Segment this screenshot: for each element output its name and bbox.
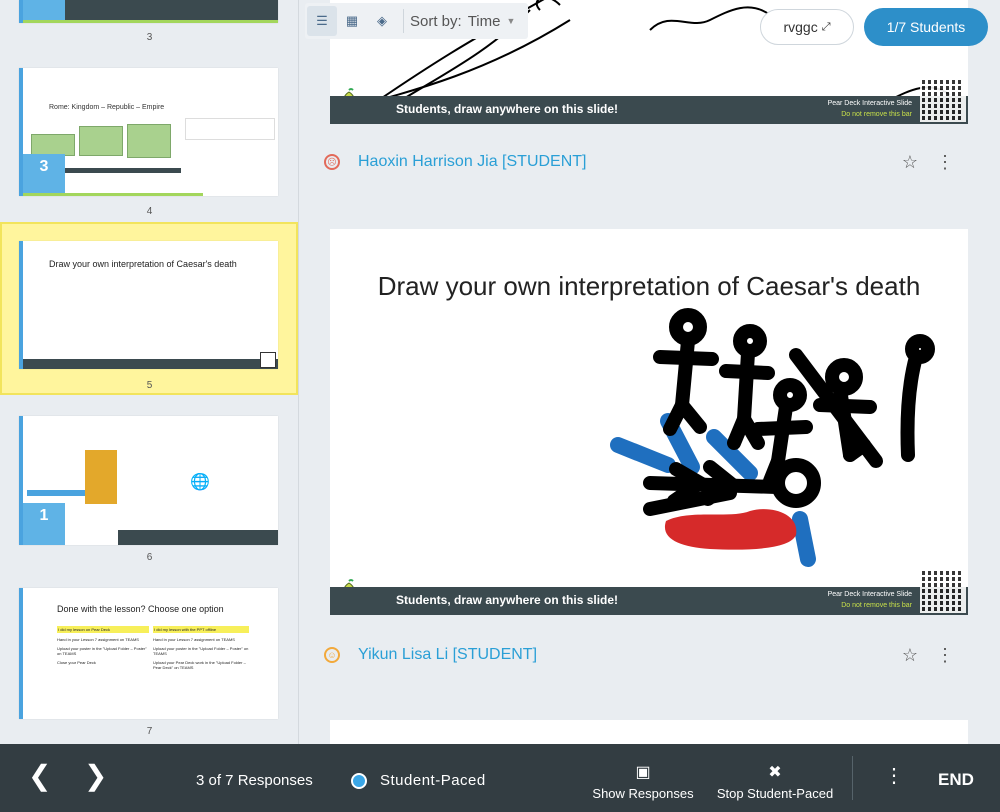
response-author-row: ☹ Haoxin Harrison Jia [STUDENT] ☆ ⋮ <box>324 149 974 175</box>
response-author-row: ☺ Yikun Lisa Li [STUDENT] ☆ ⋮ <box>324 642 974 668</box>
end-session-button[interactable]: END <box>938 770 974 790</box>
expand-icon: ⤢ <box>821 20 831 33</box>
slide-sidebar[interactable]: 3 Rome: Kingdom – Republic – Empire 3 4 … <box>0 0 299 744</box>
slide-title: Draw your own interpretation of Caesar's… <box>49 259 237 269</box>
show-responses-button[interactable]: ▣ Show Responses <box>588 762 698 801</box>
sad-face-icon: ☹ <box>324 154 340 170</box>
globe-icon: 🌐 <box>190 474 210 491</box>
star-icon[interactable]: ☆ <box>902 645 918 666</box>
slide-title: Done with the lesson? Choose one option <box>57 604 224 614</box>
student-paced-label: Student-Paced <box>380 772 486 789</box>
bottom-bar: ❮ ❯ 3 of 7 Responses Student-Paced ▣ Sho… <box>0 744 1000 812</box>
avatar <box>23 0 65 20</box>
response-count: 3 of 7 Responses <box>196 772 313 789</box>
slide-thumbnail-6[interactable]: 🌐 1 <box>19 416 278 545</box>
grid-view-icon[interactable]: ▦ <box>337 6 367 36</box>
qr-code-icon <box>920 76 966 122</box>
student-name[interactable]: Yikun Lisa Li [STUDENT] <box>358 646 537 664</box>
avatar: 1 <box>23 503 65 545</box>
slide-number: 5 <box>146 380 153 391</box>
list-view-icon[interactable]: ☰ <box>307 6 337 36</box>
student-name[interactable]: Haoxin Harrison Jia [STUDENT] <box>358 153 587 171</box>
join-code-button[interactable]: rvggc ⤢ <box>760 9 854 45</box>
previous-slide-icon[interactable]: ❮ <box>28 762 51 790</box>
pear-deck-dashboard: 3 Rome: Kingdom – Republic – Empire 3 4 … <box>0 0 1000 812</box>
close-circle-icon: ✖ <box>768 764 782 781</box>
view-toolbar: ☰ ▦ ◈ Sort by: Time ▼ <box>305 3 528 39</box>
response-slide[interactable]: Draw your own interpretation of Caesar's… <box>330 229 968 615</box>
slide-thumbnail-7[interactable]: Done with the lesson? Choose one option … <box>19 588 278 719</box>
slide-number: 4 <box>146 206 153 217</box>
student-paced-indicator <box>351 773 367 789</box>
more-options-icon[interactable]: ⋮ <box>936 645 954 666</box>
qr-code-icon <box>260 352 276 368</box>
more-options-icon[interactable]: ⋮ <box>936 152 954 173</box>
slide-number: 3 <box>146 32 153 43</box>
interactive-slide-bar: Students, draw anywhere on this slide! P… <box>330 96 968 124</box>
sort-dropdown[interactable]: Sort by: Time ▼ <box>410 13 515 30</box>
layers-icon[interactable]: ◈ <box>367 6 397 36</box>
students-button[interactable]: 1/7 Students <box>864 8 988 46</box>
next-slide-icon[interactable]: ❯ <box>84 762 107 790</box>
projector-icon: ▣ <box>635 764 651 781</box>
slide-thumbnail-3[interactable] <box>19 0 278 23</box>
avatar: 3 <box>23 154 65 196</box>
interactive-slide-bar: Students, draw anywhere on this slide! P… <box>330 587 968 615</box>
slide-thumbnail-4[interactable]: Rome: Kingdom – Republic – Empire 3 <box>19 68 278 196</box>
response-slide[interactable] <box>330 720 968 744</box>
more-menu-icon[interactable]: ⋮ <box>884 766 904 786</box>
stop-student-paced-button[interactable]: ✖ Stop Student-Paced <box>708 762 842 801</box>
slide-title: Rome: Kingdom – Republic – Empire <box>49 104 165 111</box>
happy-face-icon: ☺ <box>324 647 340 663</box>
slide-thumbnail-5[interactable]: Draw your own interpretation of Caesar's… <box>19 241 278 369</box>
star-icon[interactable]: ☆ <box>902 152 918 173</box>
chevron-down-icon: ▼ <box>506 16 516 26</box>
slide-number: 7 <box>146 726 153 737</box>
responses-panel[interactable]: Students, draw anywhere on this slide! P… <box>300 0 1000 744</box>
drawing <box>610 308 935 567</box>
slide-number: 6 <box>146 552 153 563</box>
qr-code-icon <box>920 567 966 613</box>
note-box <box>185 118 275 140</box>
